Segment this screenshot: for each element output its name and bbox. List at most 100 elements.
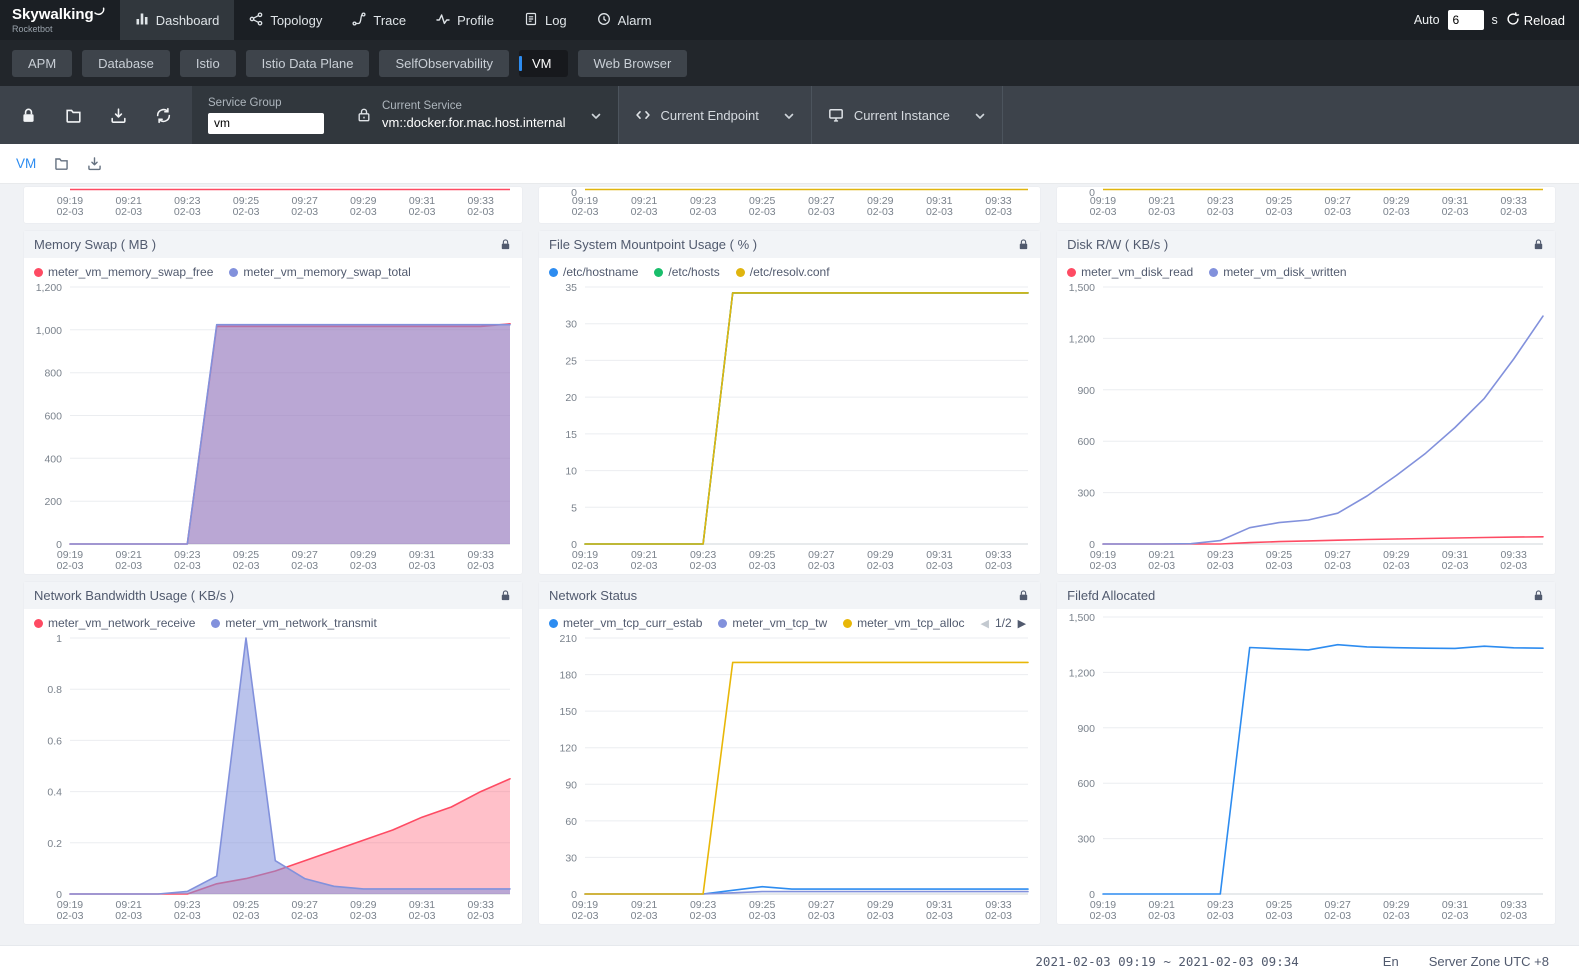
lock-icon[interactable] (1017, 589, 1030, 602)
nav-item-topology[interactable]: Topology (234, 0, 337, 40)
svg-text:02-03: 02-03 (1266, 560, 1293, 572)
dashboard-tab-web-browser[interactable]: Web Browser (578, 50, 688, 77)
svg-text:02-03: 02-03 (690, 910, 717, 922)
svg-text:02-03: 02-03 (233, 560, 260, 572)
nav-item-trace[interactable]: Trace (337, 0, 421, 40)
svg-text:02-03: 02-03 (291, 206, 318, 218)
download-icon[interactable] (110, 107, 127, 124)
chart-panel-network-bandwidth: Network Bandwidth Usage ( KB/s ) meter_v… (24, 582, 522, 924)
current-endpoint-label: Current Endpoint (661, 108, 759, 123)
auto-interval-input[interactable] (1448, 10, 1484, 30)
monitor-icon (828, 107, 844, 123)
legend-item[interactable]: meter_vm_network_receive (34, 616, 195, 630)
dashboard-tab-istio-data-plane[interactable]: Istio Data Plane (246, 50, 370, 77)
lock-icon[interactable] (1532, 238, 1545, 251)
dashboard-tab-database[interactable]: Database (82, 50, 170, 77)
legend-label: /etc/resolv.conf (750, 265, 830, 279)
alarm-icon (597, 12, 611, 29)
svg-text:02-03: 02-03 (409, 910, 436, 922)
chart-panel-partial-1: 09:1902-0309:2102-0309:2302-0309:2502-03… (24, 187, 522, 223)
legend-item[interactable]: /etc/hostname (549, 265, 638, 279)
dashboard-tab-self-observability[interactable]: SelfObservability (379, 50, 509, 77)
svg-text:10: 10 (565, 466, 577, 478)
svg-text:02-03: 02-03 (1500, 206, 1527, 218)
legend-item[interactable]: /etc/resolv.conf (736, 265, 830, 279)
folder-icon[interactable] (54, 156, 69, 171)
legend-item[interactable]: meter_vm_memory_swap_free (34, 265, 213, 279)
svg-text:02-03: 02-03 (350, 206, 377, 218)
chart-panel-memory-swap: Memory Swap ( MB ) meter_vm_memory_swap_… (24, 231, 522, 574)
legend-dot-icon (34, 268, 43, 277)
panel-title: Filefd Allocated (1067, 588, 1155, 603)
svg-text:02-03: 02-03 (115, 910, 142, 922)
lock-icon[interactable] (1017, 238, 1030, 251)
svg-text:02-03: 02-03 (631, 206, 658, 218)
server-zone-label: Server Zone UTC +8 (1429, 954, 1549, 969)
time-range-label[interactable]: 2021-02-03 09:19 ~ 2021-02-03 09:34 (1035, 954, 1298, 969)
nav-item-alarm[interactable]: Alarm (582, 0, 667, 40)
svg-text:15: 15 (565, 429, 577, 441)
legend-item[interactable]: meter_vm_tcp_curr_estab (549, 616, 702, 630)
lock-icon[interactable] (499, 238, 512, 251)
legend-label: meter_vm_network_transmit (225, 616, 376, 630)
legend-dot-icon (549, 619, 558, 628)
svg-text:02-03: 02-03 (350, 910, 377, 922)
dashboard-tab-istio[interactable]: Istio (180, 50, 236, 77)
reload-button[interactable]: Reload (1506, 12, 1565, 29)
chevron-down-icon (590, 109, 602, 121)
current-endpoint-selector[interactable]: Current Endpoint (619, 86, 811, 144)
svg-text:120: 120 (559, 743, 577, 755)
legend-prev-arrow-icon[interactable]: ◀ (981, 617, 989, 630)
svg-text:02-03: 02-03 (926, 910, 953, 922)
svg-text:02-03: 02-03 (467, 206, 494, 218)
tab-label: SelfObservability (395, 56, 493, 71)
svg-text:02-03: 02-03 (690, 206, 717, 218)
legend-item[interactable]: meter_vm_network_transmit (211, 616, 376, 630)
legend-page-label: 1/2 (995, 616, 1012, 630)
language-label[interactable]: En (1383, 954, 1399, 969)
service-group-label: Service Group (208, 97, 324, 109)
refresh-icon[interactable] (155, 107, 172, 124)
lock-icon[interactable] (499, 589, 512, 602)
legend-next-arrow-icon[interactable]: ▶ (1018, 617, 1026, 630)
legend-item[interactable]: meter_vm_disk_read (1067, 265, 1193, 279)
chart-canvas: 09:1902-0309:2102-0309:2302-0309:2502-03… (24, 187, 522, 223)
svg-text:20: 20 (565, 392, 577, 404)
nav-item-profile[interactable]: Profile (421, 0, 509, 40)
svg-text:02-03: 02-03 (572, 560, 599, 572)
auto-unit-label: s (1492, 13, 1498, 27)
dashboard-tab-vm[interactable]: VM (519, 50, 568, 77)
current-service-selector[interactable]: Current Service vm::docker.for.mac.host.… (340, 86, 618, 144)
folder-icon[interactable] (65, 107, 82, 124)
panel-header: Filefd Allocated (1057, 582, 1555, 609)
service-group-input[interactable] (208, 113, 324, 134)
legend-item[interactable]: meter_vm_tcp_alloc (843, 616, 964, 630)
code-brackets-icon (635, 107, 651, 123)
svg-text:02-03: 02-03 (1090, 206, 1117, 218)
svg-text:02-03: 02-03 (749, 560, 776, 572)
topology-icon (249, 12, 263, 29)
lock-icon[interactable] (20, 107, 37, 124)
current-instance-selector[interactable]: Current Instance (812, 86, 1002, 144)
tab-vm-view[interactable]: VM (16, 156, 36, 171)
legend-item[interactable]: meter_vm_disk_written (1209, 265, 1346, 279)
legend-dot-icon (1209, 268, 1218, 277)
legend-item[interactable]: meter_vm_memory_swap_total (229, 265, 410, 279)
nav-item-log[interactable]: Log (509, 0, 582, 40)
view-tab-bar: VM (0, 144, 1579, 184)
nav-item-dashboard[interactable]: Dashboard (120, 0, 235, 40)
svg-text:1: 1 (56, 633, 62, 645)
auto-label: Auto (1414, 13, 1440, 27)
svg-text:02-03: 02-03 (867, 910, 894, 922)
svg-text:02-03: 02-03 (467, 560, 494, 572)
lock-icon[interactable] (1532, 589, 1545, 602)
legend-item[interactable]: meter_vm_tcp_tw (718, 616, 827, 630)
svg-text:02-03: 02-03 (1148, 560, 1175, 572)
legend-item[interactable]: /etc/hosts (654, 265, 719, 279)
svg-text:02-03: 02-03 (926, 560, 953, 572)
download-icon[interactable] (87, 156, 102, 171)
service-lock-icon (356, 107, 372, 123)
chart-legend: meter_vm_memory_swap_free meter_vm_memory… (24, 258, 522, 279)
dashboard-tab-apm[interactable]: APM (12, 50, 72, 77)
chart-legend: meter_vm_disk_read meter_vm_disk_written (1057, 258, 1555, 279)
